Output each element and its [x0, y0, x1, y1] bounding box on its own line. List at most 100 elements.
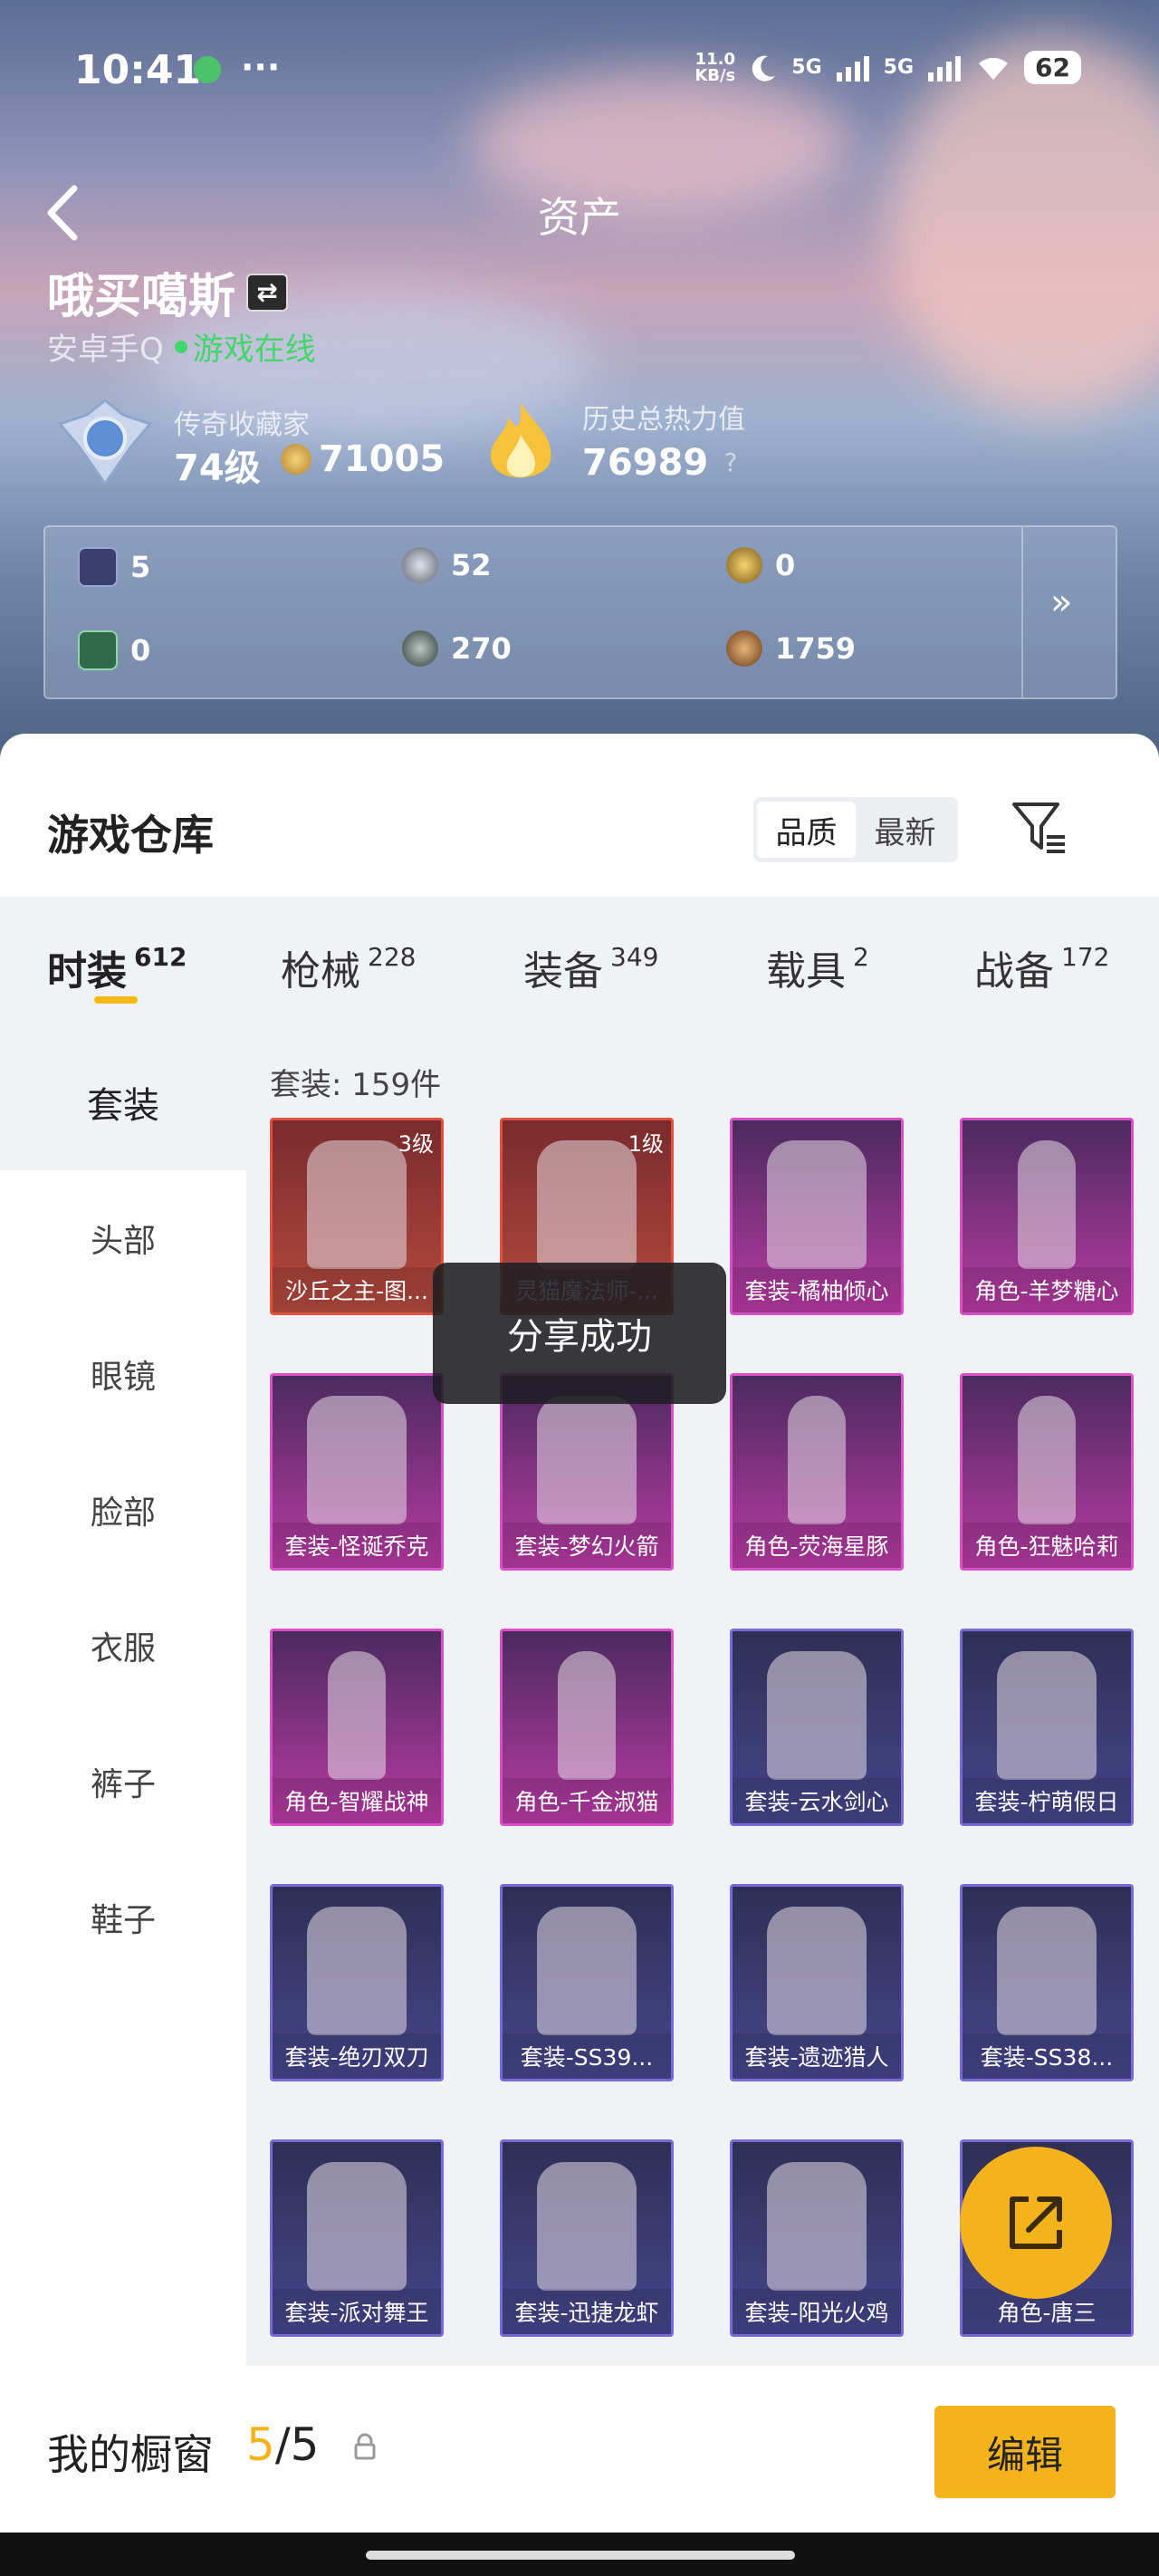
item-card[interactable]: 套装-遗迹猎人	[730, 1884, 904, 2081]
share-icon	[1010, 2196, 1062, 2249]
dark-coin-icon	[402, 630, 438, 667]
item-card[interactable]: 角色-智耀战神	[270, 1629, 444, 1826]
item-thumbnail	[1018, 1396, 1076, 1524]
home-indicator[interactable]	[366, 2551, 795, 2560]
sidebar-item-head[interactable]: 头部	[0, 1170, 246, 1306]
currency-item: 1759	[726, 630, 856, 667]
sidebar-item-face[interactable]: 脸部	[0, 1442, 246, 1578]
item-thumbnail	[767, 1651, 867, 1780]
more-notifications-icon: ···	[241, 47, 281, 87]
sidebar-item-pants[interactable]: 裤子	[0, 1714, 246, 1850]
item-card[interactable]: 套装-柠萌假日	[960, 1629, 1134, 1826]
switch-account-icon[interactable]: ⇄	[246, 273, 289, 312]
wifi-icon	[979, 57, 1009, 80]
item-name: 套装-遗迹猎人	[733, 2033, 901, 2079]
item-card[interactable]: 角色-荧海星豚	[730, 1373, 904, 1571]
item-card[interactable]: 套装-绝刃双刀	[270, 1884, 444, 2081]
item-thumbnail	[537, 1396, 637, 1524]
tab-label: 载具	[766, 948, 846, 995]
item-thumbnail	[537, 1140, 637, 1269]
currency-item: 270	[402, 630, 512, 667]
sim1-label: 5G	[791, 56, 822, 79]
sort-by-newest[interactable]: 最新	[856, 802, 954, 858]
showcase-current: 5	[246, 2418, 275, 2471]
heat-value: 76989	[582, 442, 709, 484]
currency-value: 1759	[775, 631, 857, 666]
wechat-icon	[194, 56, 221, 83]
suit-count: 套装: 159件	[270, 1067, 442, 1103]
currency-value: 270	[451, 631, 512, 666]
heat-title: 历史总热力值	[582, 404, 745, 436]
item-thumbnail	[307, 1907, 407, 2035]
player-nickname-row: 哦买噶斯 ⇄	[47, 258, 289, 326]
network-speed: 11.0 KB/s	[694, 51, 736, 85]
item-card[interactable]: 角色-狂魅哈莉	[960, 1373, 1134, 1571]
online-status: 游戏在线	[192, 332, 316, 368]
item-card[interactable]: 套装-云水剑心	[730, 1629, 904, 1826]
item-name: 沙丘之主-图...	[273, 1267, 441, 1312]
item-thumbnail	[788, 1396, 846, 1524]
warehouse-title: 游戏仓库	[47, 811, 214, 860]
item-name: 套装-绝刃双刀	[273, 2033, 441, 2079]
showcase-bar: 我的橱窗 5/5 编辑	[0, 2366, 1159, 2533]
item-level: 1级	[627, 1131, 664, 1157]
card-icon	[78, 547, 118, 587]
warehouse-sheet: 游戏仓库 品质 最新 时装 612 枪械 228 装备 349 载具 2 战备 172 套…	[0, 734, 1159, 2576]
item-thumbnail	[997, 1907, 1097, 2035]
item-card[interactable]: 套装-怪诞乔克	[270, 1373, 444, 1571]
collector-coins: 71005	[319, 438, 445, 480]
net-speed-unit: KB/s	[694, 65, 736, 85]
tab-supplies[interactable]: 战备 172	[974, 938, 1109, 996]
edit-showcase-button[interactable]: 编辑	[934, 2406, 1116, 2498]
item-thumbnail	[1018, 1140, 1076, 1269]
share-button[interactable]	[960, 2147, 1112, 2299]
item-level: 3级	[398, 1131, 434, 1157]
lock-icon	[354, 2433, 376, 2460]
item-card[interactable]: 套装-派对舞王	[270, 2139, 444, 2337]
collector-title: 传奇收藏家	[174, 409, 310, 441]
page-title: 资产	[538, 193, 621, 242]
help-icon[interactable]: ?	[717, 447, 744, 477]
online-dot-icon	[174, 340, 187, 353]
tab-vehicles[interactable]: 载具 2	[766, 938, 869, 996]
moon-icon	[752, 55, 776, 82]
player-nickname: 哦买噶斯	[47, 270, 236, 324]
item-card[interactable]: 角色-羊梦糖心	[960, 1118, 1134, 1315]
item-name: 套装-柠萌假日	[963, 1778, 1131, 1823]
system-icons: 11.0 KB/s 5G 5G 62	[694, 51, 1081, 84]
tab-fashion[interactable]: 时装 612	[47, 938, 187, 996]
item-card[interactable]: 3级沙丘之主-图...	[270, 1118, 444, 1315]
tab-guns[interactable]: 枪械 228	[281, 938, 416, 996]
sidebar-item-glasses[interactable]: 眼镜	[0, 1306, 246, 1442]
sidebar-item-shoes[interactable]: 鞋子	[0, 1850, 246, 1985]
tab-equipment[interactable]: 装备 349	[523, 938, 658, 996]
item-card[interactable]: 套装-SS39...	[500, 1884, 674, 2081]
item-thumbnail	[767, 1140, 867, 1269]
tab-count: 172	[1061, 942, 1110, 972]
currency-value: 0	[775, 548, 796, 582]
item-name: 套装-橘柚倾心	[733, 1267, 901, 1312]
item-thumbnail	[537, 2162, 637, 2291]
item-card[interactable]: 套装-阳光火鸡	[730, 2139, 904, 2337]
sort-by-quality[interactable]: 品质	[757, 802, 856, 858]
item-name: 套装-SS38...	[963, 2033, 1131, 2079]
hero-background: 10:41 ··· 11.0 KB/s 5G 5G 62 资产 哦买噶斯 ⇄ 安…	[0, 0, 1159, 761]
currency-value: 52	[451, 548, 492, 582]
signal-icon	[928, 55, 962, 82]
item-card[interactable]: 套装-迅捷龙虾	[500, 2139, 674, 2337]
sidebar-item-clothes[interactable]: 衣服	[0, 1578, 246, 1714]
more-currency-icon[interactable]: »	[1050, 582, 1072, 623]
item-thumbnail	[767, 2162, 867, 2291]
item-card[interactable]: 角色-千金淑猫	[500, 1629, 674, 1826]
item-card[interactable]: 套装-橘柚倾心	[730, 1118, 904, 1315]
signal-icon	[836, 55, 869, 82]
currency-panel: 5 52 0 0 270 1759 »	[43, 525, 1117, 699]
item-card[interactable]: 套装-SS38...	[960, 1884, 1134, 2081]
tab-count: 2	[853, 942, 869, 972]
sim2-label: 5G	[883, 56, 915, 79]
collector-level: 74级	[174, 447, 261, 489]
sidebar-item-suits[interactable]: 套装	[0, 1034, 246, 1170]
subcategory-sidebar: 套装 头部 眼镜 脸部 衣服 裤子 鞋子	[0, 1034, 246, 2366]
status-time: 10:41	[74, 47, 202, 93]
filter-icon[interactable]	[1009, 797, 1068, 857]
